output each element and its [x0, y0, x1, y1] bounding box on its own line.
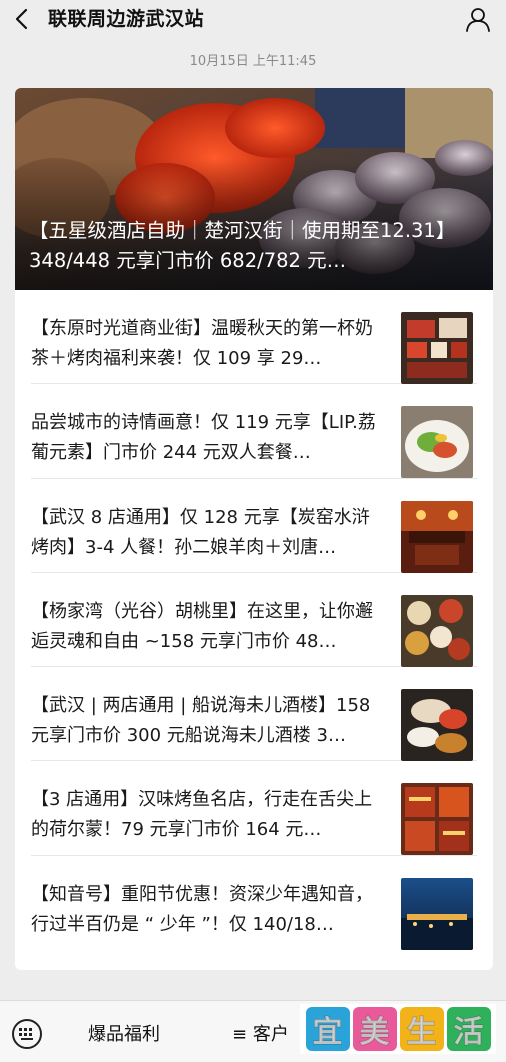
bottom-menu-bar: 爆品福利 ≡ 客户 宜 美 生 活: [0, 1000, 506, 1062]
list-item[interactable]: 【武汉 | 两店通用 | 船说海未儿酒楼】158 元享门市价 300 元船说海未…: [31, 667, 477, 762]
article-thumbnail: [401, 312, 473, 384]
article-list: 【东原时光道商业街】温暖秋天的第一杯奶茶＋烤肉福利来袭！仅 109 享 29… …: [15, 290, 493, 950]
watermark-logo: 宜 美 生 活: [300, 1004, 496, 1054]
menu-list-icon: ≡: [232, 1024, 248, 1045]
message-timestamp: 10月15日 上午11:45: [189, 54, 317, 69]
article-title: 品尝城市的诗情画意！仅 119 元享【LIP.荔葡元素】门市价 244 元双人套…: [31, 412, 376, 464]
watermark-char: 美: [352, 1007, 397, 1051]
watermark-char: 宜: [305, 1007, 350, 1051]
keyboard-toggle-button[interactable]: [12, 1019, 42, 1049]
article-title: 【东原时光道商业街】温暖秋天的第一杯奶茶＋烤肉福利来袭！仅 109 享 29…: [31, 318, 373, 369]
list-item[interactable]: 【武汉 8 店通用】仅 128 元享【炭窑水浒烤肉】3-4 人餐！孙二娘羊肉＋刘…: [31, 479, 477, 573]
article-thumbnail: [401, 783, 473, 856]
article-thumbnail: [401, 594, 473, 667]
list-item[interactable]: 【杨家湾（光谷）胡桃里】在这里，让你邂逅灵魂和自由 ~158 元享门市价 48…: [31, 573, 477, 668]
article-title: 【3 店通用】汉味烤鱼名店，行走在舌尖上的荷尔蒙！79 元享门市价 164 元…: [31, 789, 373, 841]
menu-hot-deals[interactable]: 爆品福利: [88, 1023, 160, 1047]
person-icon: [466, 8, 490, 32]
hero-article[interactable]: 【五星级酒店自助｜楚河汉街｜使用期至12.31】348/448 元享门市价 68…: [15, 88, 493, 290]
article-thumbnail: [401, 406, 473, 479]
list-item[interactable]: 【知音号】重阳节优惠！资深少年遇知音，行过半百仍是 “ 少年 ”！仅 140/1…: [31, 856, 477, 950]
article-thumbnail: [401, 689, 473, 762]
nav-header: 联联周边游武汉站: [0, 0, 506, 40]
article-title: 【武汉 8 店通用】仅 128 元享【炭窑水浒烤肉】3-4 人餐！孙二娘羊肉＋刘…: [31, 506, 370, 558]
article-card: 【五星级酒店自助｜楚河汉街｜使用期至12.31】348/448 元享门市价 68…: [15, 88, 493, 970]
hero-title: 【五星级酒店自助｜楚河汉街｜使用期至12.31】348/448 元享门市价 68…: [29, 219, 456, 272]
article-title: 【杨家湾（光谷）胡桃里】在这里，让你邂逅灵魂和自由 ~158 元享门市价 48…: [31, 600, 373, 652]
list-item[interactable]: 品尝城市的诗情画意！仅 119 元享【LIP.荔葡元素】门市价 244 元双人套…: [31, 384, 477, 479]
article-thumbnail: [401, 500, 473, 573]
keyboard-icon: [19, 1028, 33, 1040]
list-item[interactable]: 【东原时光道商业街】温暖秋天的第一杯奶茶＋烤肉福利来袭！仅 109 享 29…: [31, 290, 477, 385]
article-title: 【武汉 | 两店通用 | 船说海未儿酒楼】158 元享门市价 300 元船说海未…: [31, 695, 371, 747]
chevron-left-icon: [15, 8, 28, 30]
list-item[interactable]: 【3 店通用】汉味烤鱼名店，行走在舌尖上的荷尔蒙！79 元享门市价 164 元…: [31, 761, 477, 856]
back-button[interactable]: [8, 4, 36, 34]
watermark-char: 生: [399, 1007, 444, 1051]
article-title: 【知音号】重阳节优惠！资深少年遇知音，行过半百仍是 “ 少年 ”！仅 140/1…: [31, 883, 373, 935]
article-thumbnail: [401, 877, 473, 950]
menu-customer[interactable]: ≡ 客户: [232, 1023, 289, 1047]
profile-button[interactable]: [462, 3, 494, 35]
menu-customer-label: 客户: [252, 1024, 289, 1045]
watermark-char: 活: [446, 1007, 491, 1051]
page-title: 联联周边游武汉站: [48, 8, 205, 30]
